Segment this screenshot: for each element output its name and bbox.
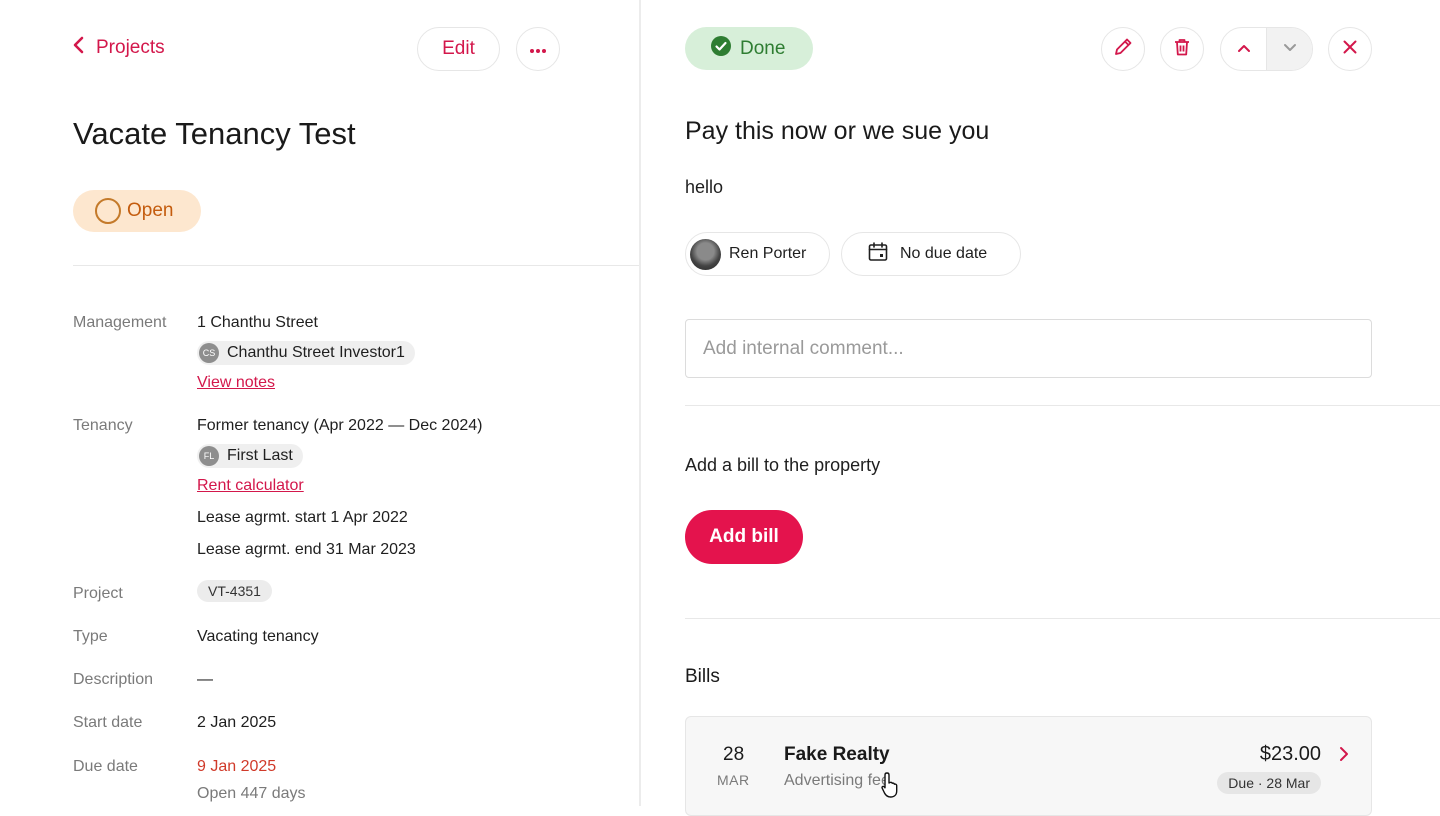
- status-label: Open: [127, 200, 174, 221]
- owner-name: Chanthu Street Investor1: [227, 344, 405, 361]
- hand-cursor-icon: [881, 772, 898, 798]
- divider: [73, 265, 640, 266]
- task-description: hello: [685, 177, 724, 197]
- bill-category: Advertising fee: [784, 772, 890, 789]
- management-address[interactable]: 1 Chanthu Street: [197, 314, 318, 332]
- tenant-chip[interactable]: FL First Last: [197, 444, 303, 468]
- comment-input[interactable]: [685, 319, 1372, 378]
- description-label: Description: [73, 671, 154, 688]
- more-horizontal-icon: [529, 38, 547, 60]
- chevron-up-icon: [1236, 40, 1252, 58]
- type-value: Vacating tenancy: [197, 628, 319, 645]
- tenancy-value[interactable]: Former tenancy (Apr 2022 — Dec 2024): [197, 417, 482, 435]
- chevron-down-icon: [1282, 40, 1298, 58]
- bill-due-badge: Due · 28 Mar: [1217, 772, 1321, 794]
- task-navigation: [1220, 27, 1313, 71]
- start-date-label: Start date: [73, 714, 143, 731]
- more-options-button[interactable]: [516, 27, 560, 71]
- pencil-icon: [1112, 36, 1134, 63]
- project-id-tag: VT-4351: [197, 580, 272, 602]
- divider: [685, 405, 1440, 406]
- close-task-button[interactable]: [1328, 27, 1372, 71]
- task-status-badge[interactable]: Done: [685, 27, 813, 70]
- trash-icon: [1171, 36, 1193, 63]
- bill-prompt: Add a bill to the property: [685, 455, 881, 475]
- divider: [685, 618, 1440, 619]
- tenant-initials: FL: [199, 446, 219, 466]
- tenant-name: First Last: [227, 447, 293, 464]
- task-title: Pay this now or we sue you: [685, 117, 990, 145]
- bill-day: 28: [723, 744, 745, 765]
- delete-task-button[interactable]: [1160, 27, 1204, 71]
- owner-initials: CS: [199, 343, 219, 363]
- due-date-label: Due date: [73, 758, 138, 775]
- lease-start: Lease agrmt. start 1 Apr 2022: [197, 509, 408, 526]
- assignee-name: Ren Porter: [729, 245, 807, 262]
- bill-payee: Fake Realty: [784, 744, 890, 765]
- previous-task-button[interactable]: [1221, 28, 1266, 70]
- open-duration: Open 447 days: [197, 785, 306, 802]
- back-label: Projects: [96, 37, 165, 58]
- view-notes-link[interactable]: View notes: [197, 374, 275, 392]
- avatar: [690, 238, 721, 270]
- rent-calculator-link[interactable]: Rent calculator: [197, 477, 304, 495]
- bill-amount: $23.00: [1259, 743, 1321, 765]
- chevron-right-icon: [1339, 746, 1349, 762]
- description-value: —: [197, 671, 213, 688]
- type-label: Type: [73, 628, 108, 645]
- calendar-icon: [866, 240, 890, 269]
- open-circle-icon: [95, 198, 121, 224]
- edit-task-button[interactable]: [1101, 27, 1145, 71]
- start-date-value: 2 Jan 2025: [197, 714, 277, 731]
- task-panel: Done Pay this now or we sue you hello Re…: [641, 0, 1440, 816]
- due-date-label: No due date: [900, 245, 988, 262]
- add-bill-button[interactable]: Add bill: [685, 510, 803, 564]
- edit-button[interactable]: Edit: [417, 27, 500, 71]
- bill-row[interactable]: 28 MAR Fake Realty Advertising fee $23.0…: [685, 716, 1372, 816]
- task-status-label: Done: [740, 37, 786, 59]
- next-task-button[interactable]: [1266, 28, 1312, 70]
- management-label: Management: [73, 314, 167, 331]
- due-date-chip[interactable]: No due date: [841, 232, 1021, 276]
- project-panel: Projects Edit Vacate Tenancy Test Open M…: [0, 0, 640, 806]
- assignee-chip[interactable]: Ren Porter: [685, 232, 830, 276]
- back-to-projects-link[interactable]: Projects: [72, 36, 165, 60]
- lease-end: Lease agrmt. end 31 Mar 2023: [197, 541, 416, 558]
- bill-month: MAR: [717, 772, 750, 788]
- owner-chip[interactable]: CS Chanthu Street Investor1: [197, 341, 415, 365]
- chevron-left-icon: [72, 36, 86, 60]
- bills-heading: Bills: [685, 666, 720, 687]
- close-icon: [1339, 36, 1361, 63]
- check-circle-icon: [710, 35, 732, 63]
- status-badge[interactable]: Open: [73, 190, 201, 232]
- due-date-value: 9 Jan 2025: [197, 758, 277, 775]
- tenancy-label: Tenancy: [73, 417, 133, 434]
- project-title: Vacate Tenancy Test: [73, 116, 356, 151]
- project-label: Project: [73, 585, 123, 602]
